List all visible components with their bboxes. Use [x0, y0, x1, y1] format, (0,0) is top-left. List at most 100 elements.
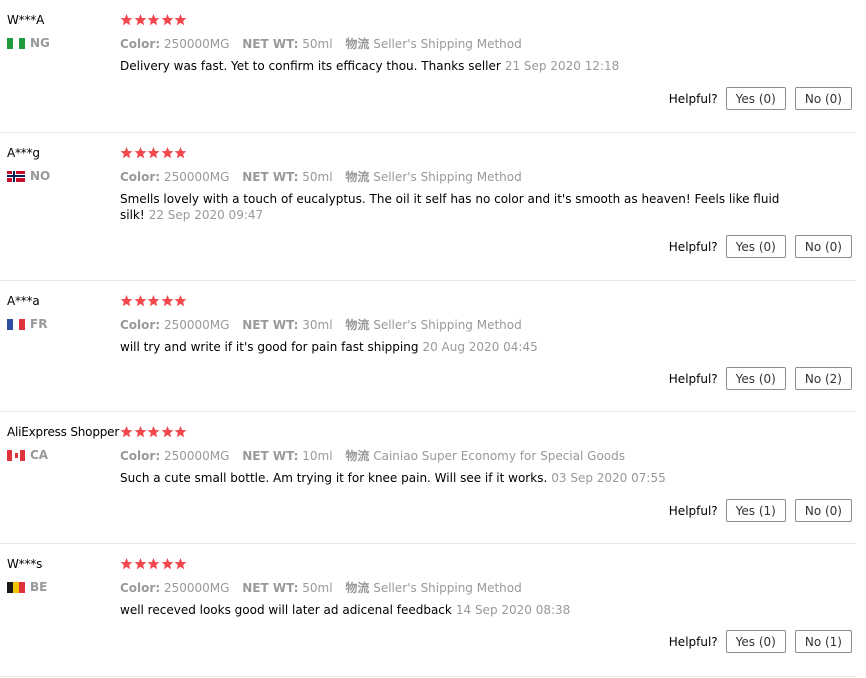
review-text: Such a cute small bottle. Am trying it f…: [120, 470, 780, 486]
reviewer-name: A***g: [7, 146, 40, 160]
star-icon: [147, 14, 160, 26]
helpful-votes: Helpful? Yes (0) No (2): [669, 367, 852, 390]
shipping-value: Seller's Shipping Method: [373, 170, 522, 184]
reviewer-name: W***s: [7, 557, 43, 571]
star-icon: [174, 426, 187, 438]
helpful-yes-button[interactable]: Yes (0): [725, 367, 786, 390]
star-icon: [174, 14, 187, 26]
review-date: 21 Sep 2020 12:18: [504, 59, 620, 73]
helpful-no-button[interactable]: No (1): [794, 630, 852, 653]
star-icon: [134, 147, 147, 159]
reviewer-info: AliExpress Shopper CA: [7, 425, 119, 462]
star-icon: [174, 558, 187, 570]
helpful-label: Helpful?: [668, 634, 718, 649]
shipping-value: Cainiao Super Economy for Special Goods: [373, 449, 625, 463]
color-label: Color:: [120, 37, 161, 51]
star-icon: [161, 426, 174, 438]
net-wt-label: NET WT:: [242, 318, 299, 332]
helpful-yes-button[interactable]: Yes (0): [725, 87, 786, 110]
reviewer-info: A***g NO: [7, 146, 50, 183]
star-rating: [120, 147, 780, 161]
product-attributes: Color: 250000MG NET WT: 10ml 物流 Cainiao …: [120, 447, 780, 464]
review-item: A***a FR Color: 250000MG NET WT: 30ml 物流…: [0, 281, 856, 412]
star-icon: [134, 558, 147, 570]
net-wt-value: 30ml: [302, 318, 333, 332]
net-wt-label: NET WT:: [242, 581, 299, 595]
review-date: 20 Aug 2020 04:45: [422, 340, 538, 354]
star-icon: [174, 295, 187, 307]
review-text: Smells lovely with a touch of eucalyptus…: [120, 191, 780, 223]
review-text: Delivery was fast. Yet to confirm its ef…: [120, 58, 780, 74]
star-icon: [161, 147, 174, 159]
reviewer-info: W***A NG: [7, 13, 50, 50]
net-wt-label: NET WT:: [242, 170, 299, 184]
helpful-label: Helpful?: [668, 239, 718, 254]
feedback-text: will try and write if it's good for pain…: [120, 340, 419, 354]
canada-flag-icon: [7, 449, 25, 461]
color-label: Color:: [120, 170, 161, 184]
review-text: will try and write if it's good for pain…: [120, 339, 780, 355]
review-text: well receved looks good will later ad ad…: [120, 602, 780, 618]
helpful-yes-button[interactable]: Yes (1): [725, 499, 786, 522]
star-rating: [120, 558, 780, 572]
review-content: Color: 250000MG NET WT: 30ml 物流 Seller's…: [120, 295, 780, 355]
star-icon: [120, 295, 133, 307]
reviewer-country: FR: [7, 317, 47, 331]
country-code: NG: [30, 36, 50, 50]
reviewer-country: NG: [7, 36, 50, 50]
net-wt-value: 50ml: [302, 581, 333, 595]
reviewer-country: BE: [7, 580, 47, 594]
country-code: NO: [30, 169, 51, 183]
review-item: A***g NO Color: 250000MG NET WT: 50ml 物流…: [0, 133, 856, 281]
star-icon: [120, 14, 133, 26]
country-code: BE: [30, 580, 48, 594]
review-content: Color: 250000MG NET WT: 50ml 物流 Seller's…: [120, 14, 780, 74]
color-value: 250000MG: [163, 170, 230, 184]
country-code: CA: [30, 448, 49, 462]
helpful-votes: Helpful? Yes (0) No (0): [669, 235, 852, 258]
review-item: W***s BE Color: 250000MG NET WT: 50ml 物流…: [0, 544, 856, 677]
star-icon: [161, 558, 174, 570]
helpful-no-button[interactable]: No (2): [794, 367, 852, 390]
helpful-no-button[interactable]: No (0): [794, 499, 852, 522]
star-icon: [147, 558, 160, 570]
product-attributes: Color: 250000MG NET WT: 50ml 物流 Seller's…: [120, 35, 780, 52]
product-attributes: Color: 250000MG NET WT: 50ml 物流 Seller's…: [120, 168, 780, 185]
country-code: FR: [30, 317, 48, 331]
reviewer-info: A***a FR: [7, 294, 47, 331]
feedback-text: well receved looks good will later ad ad…: [120, 603, 452, 617]
helpful-yes-button[interactable]: Yes (0): [725, 235, 786, 258]
net-wt-value: 10ml: [302, 449, 333, 463]
review-date: 22 Sep 2020 09:47: [148, 208, 264, 222]
reviewer-name: W***A: [7, 13, 45, 27]
review-content: Color: 250000MG NET WT: 50ml 物流 Seller's…: [120, 147, 780, 223]
star-icon: [161, 295, 174, 307]
shipping-value: Seller's Shipping Method: [373, 318, 522, 332]
helpful-yes-button[interactable]: Yes (0): [725, 630, 786, 653]
shipping-label: 物流: [345, 449, 370, 463]
review-date: 03 Sep 2020 07:55: [551, 471, 666, 485]
reviewer-country: CA: [7, 448, 119, 462]
star-rating: [120, 14, 780, 28]
review-content: Color: 250000MG NET WT: 10ml 物流 Cainiao …: [120, 426, 780, 486]
net-wt-value: 50ml: [302, 37, 333, 51]
shipping-value: Seller's Shipping Method: [373, 37, 522, 51]
helpful-no-button[interactable]: No (0): [794, 235, 852, 258]
star-icon: [161, 14, 174, 26]
helpful-no-button[interactable]: No (0): [794, 87, 852, 110]
color-value: 250000MG: [163, 318, 230, 332]
star-icon: [147, 426, 160, 438]
shipping-label: 物流: [345, 170, 370, 184]
color-value: 250000MG: [163, 581, 230, 595]
star-icon: [147, 147, 160, 159]
helpful-label: Helpful?: [668, 91, 718, 106]
star-rating: [120, 426, 780, 440]
color-label: Color:: [120, 581, 161, 595]
nigeria-flag-icon: [7, 37, 25, 49]
france-flag-icon: [7, 318, 25, 330]
reviewer-country: NO: [7, 169, 50, 183]
reviewer-info: W***s BE: [7, 557, 47, 594]
color-label: Color:: [120, 318, 161, 332]
star-icon: [134, 14, 147, 26]
norway-flag-icon: [7, 170, 25, 182]
